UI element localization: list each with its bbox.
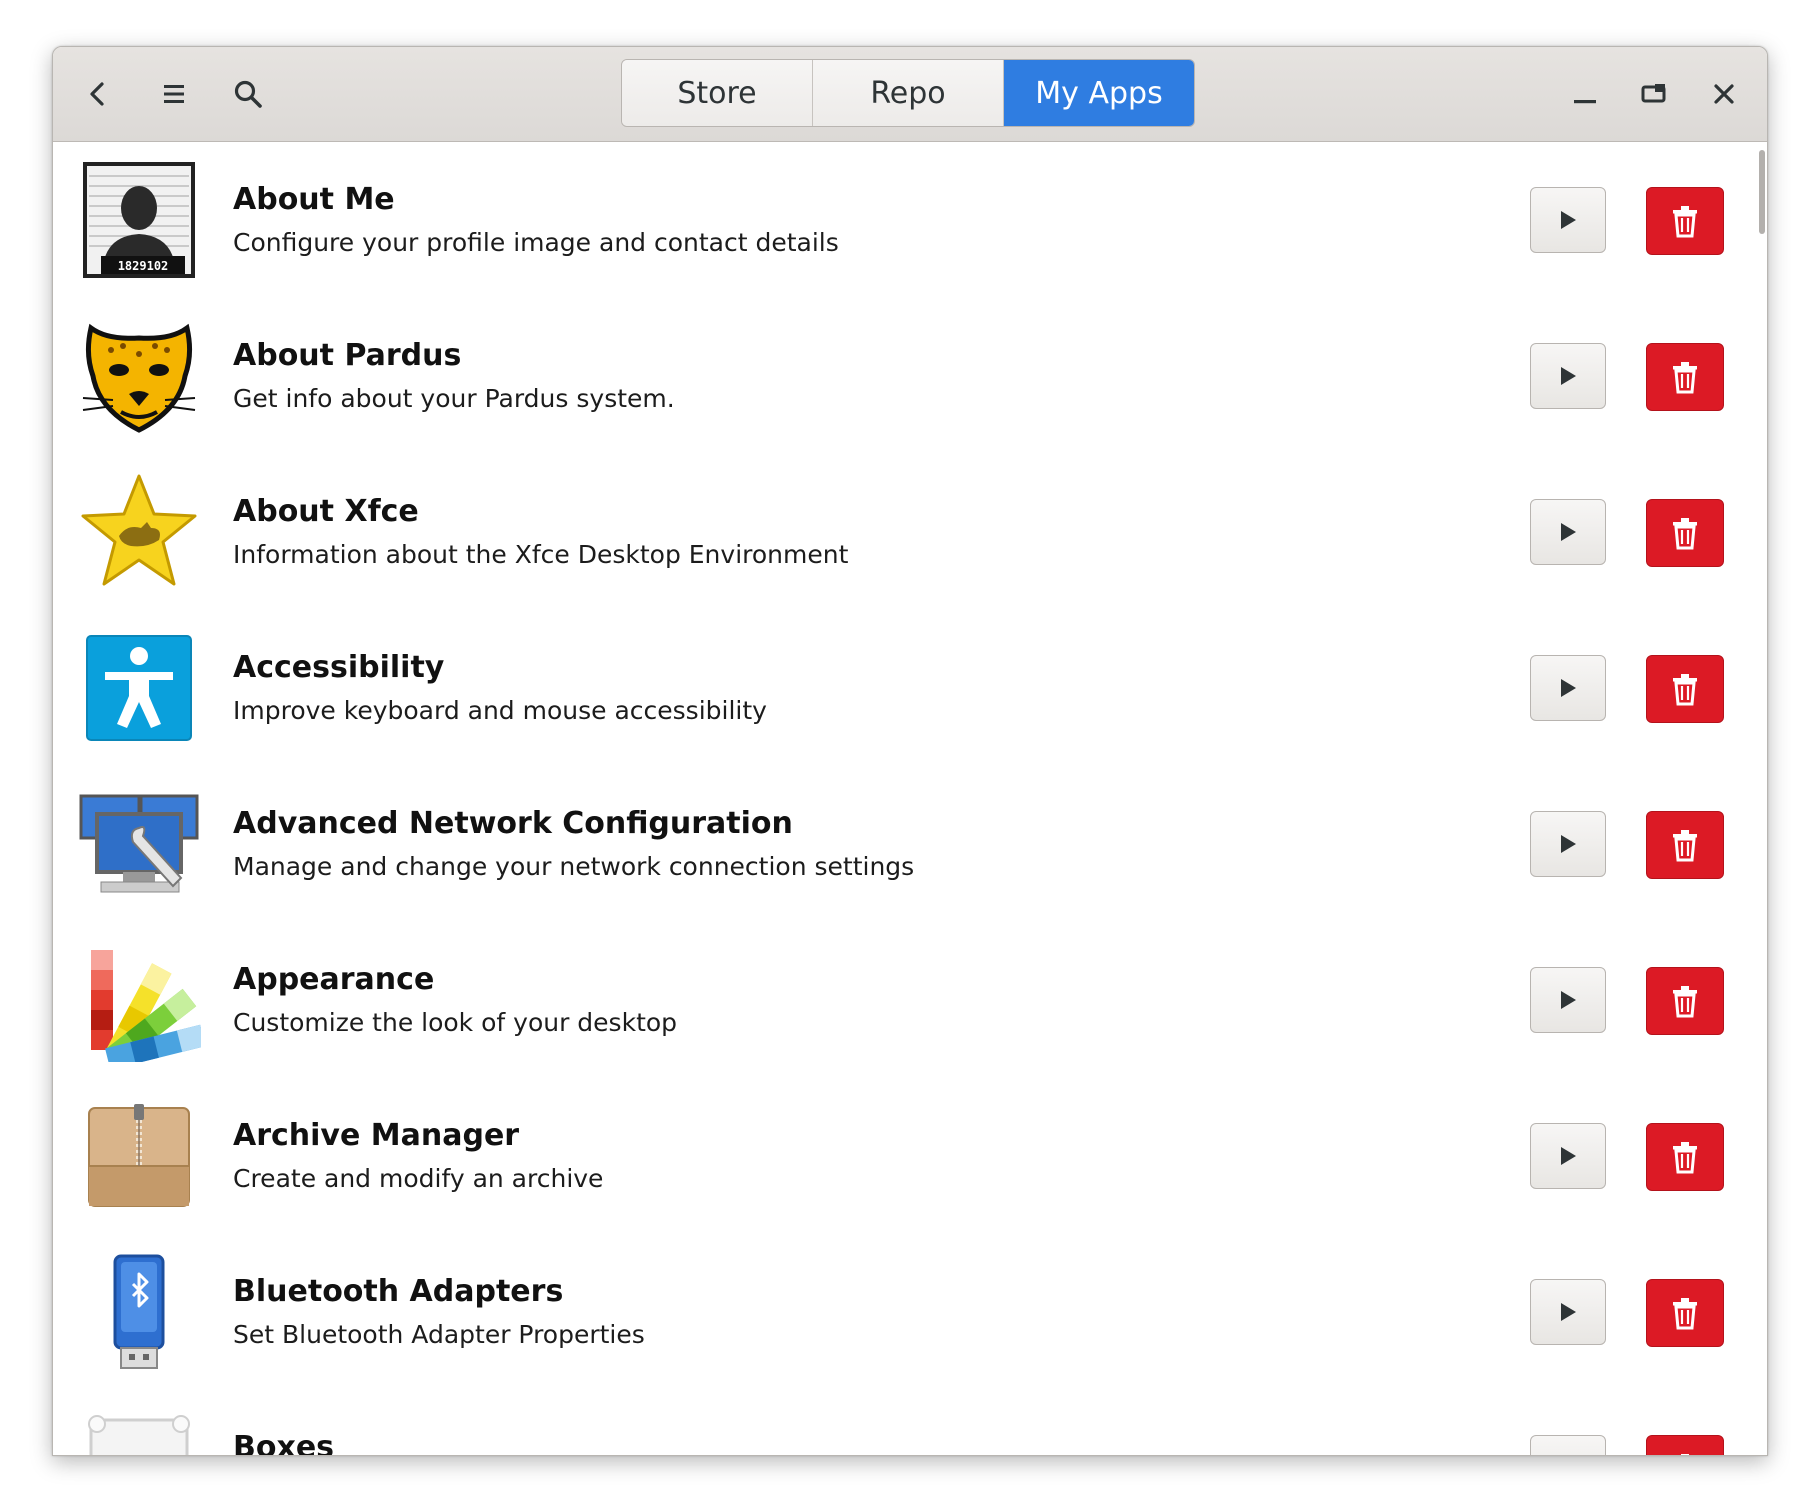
list-item[interactable]: Boxes xyxy=(53,1390,1767,1455)
app-list: 1829102 About Me Configure your profile … xyxy=(53,142,1767,1455)
play-icon xyxy=(1561,1147,1576,1165)
delete-button[interactable] xyxy=(1646,1279,1724,1347)
play-icon xyxy=(1561,679,1576,697)
trash-icon xyxy=(1673,362,1697,394)
list-item[interactable]: Archive Manager Create and modify an arc… xyxy=(53,1078,1767,1234)
delete-button[interactable] xyxy=(1646,187,1724,255)
tab-my-apps[interactable]: My Apps xyxy=(1004,60,1194,126)
tab-repo[interactable]: Repo xyxy=(813,60,1004,126)
play-icon xyxy=(1561,1303,1576,1321)
run-button[interactable] xyxy=(1530,187,1606,253)
play-icon xyxy=(1561,991,1576,1009)
app-description: Information about the Xfce Desktop Envir… xyxy=(233,540,849,569)
app-name: Appearance xyxy=(233,962,435,997)
app-name: Bluetooth Adapters xyxy=(233,1274,564,1309)
play-icon xyxy=(1561,367,1576,385)
trash-icon xyxy=(1673,674,1697,706)
view-switcher: Store Repo My Apps xyxy=(621,59,1195,127)
app-description: Set Bluetooth Adapter Properties xyxy=(233,1320,645,1349)
play-icon xyxy=(1561,211,1576,229)
menu-button[interactable] xyxy=(149,69,199,119)
list-item[interactable]: 1829102 About Me Configure your profile … xyxy=(53,142,1767,298)
trash-icon xyxy=(1673,206,1697,238)
list-item[interactable]: About Pardus Get info about your Pardus … xyxy=(53,298,1767,454)
network-config-icon xyxy=(77,782,201,906)
minimize-icon xyxy=(1574,100,1596,104)
app-description: Create and modify an archive xyxy=(233,1164,604,1193)
app-description: Configure your profile image and contact… xyxy=(233,228,839,257)
xfce-star-icon xyxy=(77,470,201,594)
run-button[interactable] xyxy=(1530,499,1606,565)
list-item[interactable]: Advanced Network Configuration Manage an… xyxy=(53,766,1767,922)
bluetooth-adapter-icon xyxy=(77,1250,201,1374)
mugshot-badge-text: 1829102 xyxy=(118,259,169,273)
minimize-button[interactable] xyxy=(1560,69,1610,119)
close-button[interactable] xyxy=(1699,69,1749,119)
hamburger-menu-icon xyxy=(164,85,184,103)
app-description: Customize the look of your desktop xyxy=(233,1008,678,1037)
app-name: About Me xyxy=(233,182,395,217)
run-button[interactable] xyxy=(1530,655,1606,721)
delete-button[interactable] xyxy=(1646,499,1724,567)
delete-button[interactable] xyxy=(1646,343,1724,411)
close-icon xyxy=(1714,84,1734,104)
search-icon xyxy=(234,80,262,108)
maximize-button[interactable] xyxy=(1629,69,1679,119)
chevron-left-icon xyxy=(90,82,104,106)
back-button[interactable] xyxy=(73,69,123,119)
delete-button[interactable] xyxy=(1646,811,1724,879)
run-button[interactable] xyxy=(1530,1435,1606,1455)
accessibility-icon xyxy=(77,626,201,750)
trash-icon xyxy=(1673,518,1697,550)
run-button[interactable] xyxy=(1530,343,1606,409)
delete-button[interactable] xyxy=(1646,967,1724,1035)
color-swatches-icon xyxy=(77,938,201,1062)
archive-box-icon xyxy=(77,1094,201,1218)
list-item[interactable]: Accessibility Improve keyboard and mouse… xyxy=(53,610,1767,766)
app-name: About Pardus xyxy=(233,338,462,373)
trash-icon xyxy=(1673,830,1697,862)
run-button[interactable] xyxy=(1530,1279,1606,1345)
app-name: Accessibility xyxy=(233,650,445,685)
run-button[interactable] xyxy=(1530,811,1606,877)
app-name: Advanced Network Configuration xyxy=(233,806,793,841)
mugshot-icon: 1829102 xyxy=(77,158,201,282)
tab-store[interactable]: Store xyxy=(622,60,813,126)
app-description: Get info about your Pardus system. xyxy=(233,384,675,413)
app-name: Boxes xyxy=(233,1430,335,1455)
delete-button[interactable] xyxy=(1646,1123,1724,1191)
app-name: About Xfce xyxy=(233,494,419,529)
trash-icon xyxy=(1673,1142,1697,1174)
play-icon xyxy=(1561,523,1576,541)
maximize-icon xyxy=(1641,84,1666,103)
list-item[interactable]: About Xfce Information about the Xfce De… xyxy=(53,454,1767,610)
list-item[interactable]: Appearance Customize the look of your de… xyxy=(53,922,1767,1078)
list-item[interactable]: Bluetooth Adapters Set Bluetooth Adapter… xyxy=(53,1234,1767,1390)
run-button[interactable] xyxy=(1530,967,1606,1033)
header-bar: Store Repo My Apps xyxy=(53,47,1767,142)
boxes-icon xyxy=(77,1406,201,1455)
play-icon xyxy=(1561,835,1576,853)
trash-icon xyxy=(1673,986,1697,1018)
delete-button[interactable] xyxy=(1646,655,1724,723)
app-description: Manage and change your network connectio… xyxy=(233,852,915,881)
app-window: Store Repo My Apps 1829102 About Me Conf… xyxy=(52,46,1768,1456)
run-button[interactable] xyxy=(1530,1123,1606,1189)
pardus-leopard-icon xyxy=(77,314,201,438)
search-button[interactable] xyxy=(223,69,273,119)
trash-icon xyxy=(1681,1454,1689,1455)
trash-icon xyxy=(1673,1298,1697,1330)
delete-button[interactable] xyxy=(1646,1435,1724,1455)
app-name: Archive Manager xyxy=(233,1118,520,1153)
app-description: Improve keyboard and mouse accessibility xyxy=(233,696,767,725)
